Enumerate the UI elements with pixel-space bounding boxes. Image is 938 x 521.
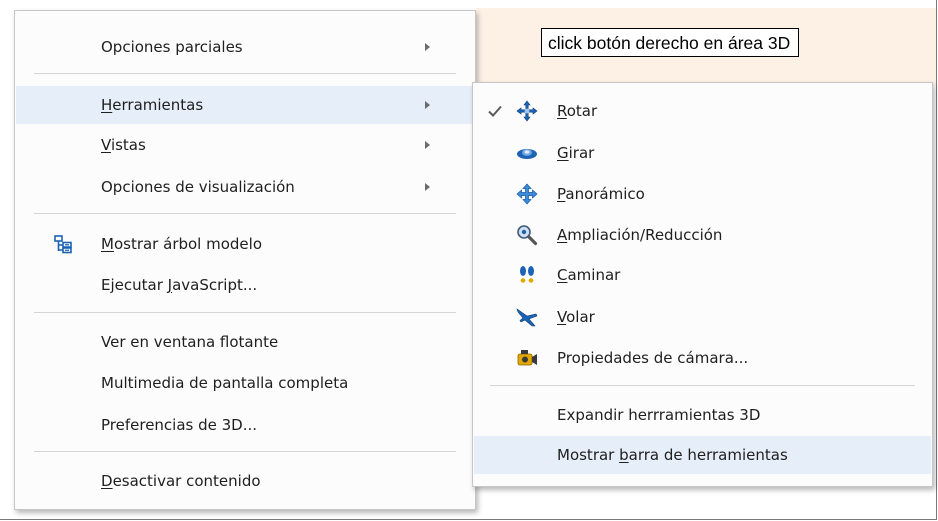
menu-item-herramientas[interactable]: Herramientas <box>16 86 474 124</box>
herramientas-submenu: Rotar Girar Panorámico Ampliación/Reducc… <box>472 82 933 487</box>
submenu-item-label: Mostrar barra de herramientas <box>557 446 788 464</box>
camera-icon <box>516 347 538 369</box>
menu-separator <box>490 385 915 386</box>
menu-item-preferencias-3d[interactable]: Preferencias de 3D... <box>16 406 474 444</box>
menu-item-label: Preferencias de 3D... <box>101 416 258 434</box>
menu-separator <box>34 312 456 313</box>
instruction-callout: click botón derecho en área 3D <box>541 28 800 57</box>
menu-item-label: Opciones de visualización <box>101 178 295 196</box>
spin-icon <box>516 142 538 164</box>
fly-icon <box>516 306 538 328</box>
walk-icon <box>516 264 538 286</box>
submenu-item-expandir-herramientas-3d[interactable]: Expandir herrramientas 3D <box>474 396 931 434</box>
submenu-item-label: Girar <box>557 144 595 162</box>
menu-separator <box>34 73 456 74</box>
zoom-icon <box>516 224 538 246</box>
submenu-item-panoramico[interactable]: Panorámico <box>474 175 931 213</box>
model-tree-icon <box>52 233 74 255</box>
submenu-item-label: Expandir herrramientas 3D <box>557 406 761 424</box>
menu-item-label: Opciones parciales <box>101 38 243 56</box>
submenu-item-volar[interactable]: Volar <box>474 298 931 336</box>
submenu-item-label: Caminar <box>557 266 621 284</box>
menu-item-multimedia-pantalla-completa[interactable]: Multimedia de pantalla completa <box>16 364 474 402</box>
submenu-item-girar[interactable]: Girar <box>474 134 931 172</box>
submenu-item-rotar[interactable]: Rotar <box>474 92 931 130</box>
menu-item-label: Ejecutar JavaScript... <box>101 276 258 294</box>
menu-item-label: Mostrar árbol modelo <box>101 235 262 253</box>
menu-item-desactivar-contenido[interactable]: Desactivar contenido <box>16 462 474 500</box>
menu-item-opciones-parciales[interactable]: Opciones parciales <box>16 28 474 66</box>
callout-text: click botón derecho en área 3D <box>548 33 791 53</box>
menu-item-label: Ver en ventana flotante <box>101 333 279 351</box>
submenu-item-label: Rotar <box>557 102 598 120</box>
submenu-arrow-icon <box>425 101 430 109</box>
checkmark-icon <box>485 101 505 121</box>
context-menu: Opciones parciales Herramientas Vistas O… <box>14 10 476 510</box>
menu-item-opciones-visualizacion[interactable]: Opciones de visualización <box>16 168 474 206</box>
menu-item-mostrar-arbol-modelo[interactable]: Mostrar árbol modelo <box>16 225 474 263</box>
submenu-arrow-icon <box>425 141 430 149</box>
menu-separator <box>34 451 456 452</box>
menu-item-label: Vistas <box>101 136 146 154</box>
submenu-arrow-icon <box>425 183 430 191</box>
menu-item-label: Desactivar contenido <box>101 472 261 490</box>
submenu-item-label: Volar <box>557 308 595 326</box>
menu-item-vistas[interactable]: Vistas <box>16 126 474 164</box>
submenu-item-mostrar-barra-herramientas[interactable]: Mostrar barra de herramientas <box>474 436 931 474</box>
submenu-item-label: Ampliación/Reducción <box>557 226 723 244</box>
menu-separator <box>34 213 456 214</box>
menu-item-ver-ventana-flotante[interactable]: Ver en ventana flotante <box>16 323 474 361</box>
submenu-item-ampliacion-reduccion[interactable]: Ampliación/Reducción <box>474 216 931 254</box>
submenu-arrow-icon <box>425 43 430 51</box>
submenu-item-label: Propiedades de cámara... <box>557 349 749 367</box>
menu-item-label: Herramientas <box>101 96 204 114</box>
submenu-item-propiedades-camara[interactable]: Propiedades de cámara... <box>474 339 931 377</box>
pan-icon <box>516 183 538 205</box>
menu-item-label: Multimedia de pantalla completa <box>101 374 349 392</box>
rotate-icon <box>516 100 538 122</box>
menu-item-ejecutar-javascript[interactable]: Ejecutar JavaScript... <box>16 266 474 304</box>
submenu-item-label: Panorámico <box>557 185 645 203</box>
submenu-item-caminar[interactable]: Caminar <box>474 256 931 294</box>
